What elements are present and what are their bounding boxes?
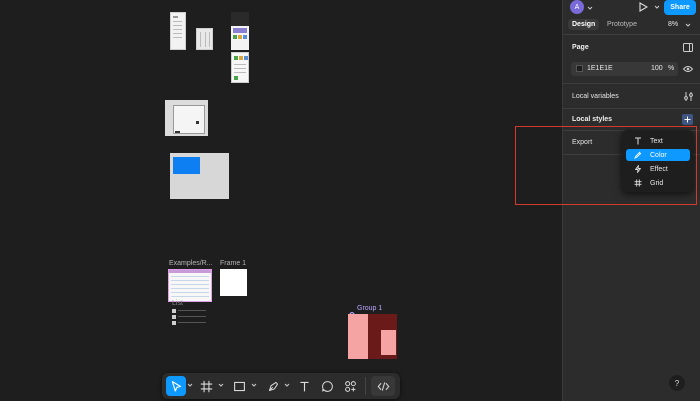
cursor-icon <box>171 380 181 392</box>
chevron-down-icon[interactable] <box>251 382 257 388</box>
code-icon <box>377 381 389 391</box>
page-section-title: Page <box>572 44 589 51</box>
text-icon <box>299 381 309 391</box>
play-icon[interactable] <box>638 2 648 12</box>
chevron-down-icon[interactable] <box>587 5 593 11</box>
frame-icon <box>200 380 212 392</box>
frame-thumbnail[interactable] <box>165 100 208 136</box>
help-icon: ? <box>674 378 680 388</box>
tab-prototype[interactable]: Prototype <box>607 21 637 28</box>
canvas[interactable]: Examples/R... Frame 1 List Group 1 <box>0 0 562 401</box>
shape-tool-button[interactable] <box>229 376 249 396</box>
chevron-down-icon[interactable] <box>685 22 691 28</box>
chevron-down-icon[interactable] <box>654 4 660 10</box>
rectangle-icon <box>233 381 245 391</box>
opacity-percent: % <box>668 65 675 72</box>
chevron-down-icon[interactable] <box>218 382 224 388</box>
variables-settings-icon[interactable] <box>684 92 693 101</box>
page-opacity[interactable]: 100 <box>651 65 663 72</box>
resources-tool-button[interactable] <box>340 376 360 396</box>
frame-thumbnail[interactable] <box>231 12 249 50</box>
comment-icon <box>321 380 333 392</box>
frame-label[interactable]: List <box>172 300 183 307</box>
blue-rectangle[interactable] <box>173 157 200 174</box>
help-button[interactable]: ? <box>669 375 685 391</box>
frame-tool-button[interactable] <box>196 376 216 396</box>
toolbar-divider <box>365 377 366 395</box>
add-style-button[interactable] <box>682 114 693 125</box>
local-styles-label: Local styles <box>572 116 613 123</box>
group-label[interactable]: Group 1 <box>357 305 382 312</box>
move-tool-button[interactable] <box>166 376 186 396</box>
chevron-down-icon[interactable] <box>284 382 290 388</box>
chevron-down-icon[interactable] <box>187 382 193 388</box>
zoom-level[interactable]: 8% <box>668 21 678 28</box>
panel-divider <box>562 34 700 35</box>
frame-label[interactable]: Frame 1 <box>220 260 246 267</box>
panel-divider <box>562 108 700 109</box>
avatar-initial: A <box>574 3 580 11</box>
color-swatch[interactable] <box>576 65 583 72</box>
pen-tool-button[interactable] <box>263 376 283 396</box>
share-button[interactable]: Share <box>664 0 696 15</box>
panel-divider <box>562 83 700 84</box>
tab-design[interactable]: Design <box>568 19 600 30</box>
examples-frame[interactable] <box>168 269 212 302</box>
avatar[interactable]: A <box>570 0 584 14</box>
frame-1[interactable] <box>220 269 247 296</box>
group-icon <box>348 305 356 319</box>
plus-icon <box>684 116 691 123</box>
local-variables-label[interactable]: Local variables <box>572 93 619 100</box>
frame-thumbnail[interactable] <box>231 52 249 83</box>
frame-label[interactable]: Examples/R... <box>169 260 213 267</box>
text-tool-button[interactable] <box>294 376 314 396</box>
components-icon <box>344 380 356 392</box>
pen-icon <box>268 381 278 391</box>
page-color-hex[interactable]: 1E1E1E <box>587 65 613 72</box>
sidebar-toggle-icon[interactable] <box>683 43 693 52</box>
list-thumbnail[interactable] <box>172 309 208 326</box>
frame-thumbnail[interactable] <box>170 153 229 199</box>
eye-icon[interactable] <box>683 65 693 73</box>
highlight-box <box>515 126 697 205</box>
bottom-toolbar <box>162 373 400 399</box>
comment-tool-button[interactable] <box>317 376 337 396</box>
frame-thumbnail[interactable] <box>196 28 213 50</box>
group-1[interactable] <box>348 314 397 359</box>
frame-thumbnail[interactable] <box>170 12 186 50</box>
dev-mode-button[interactable] <box>371 376 395 396</box>
